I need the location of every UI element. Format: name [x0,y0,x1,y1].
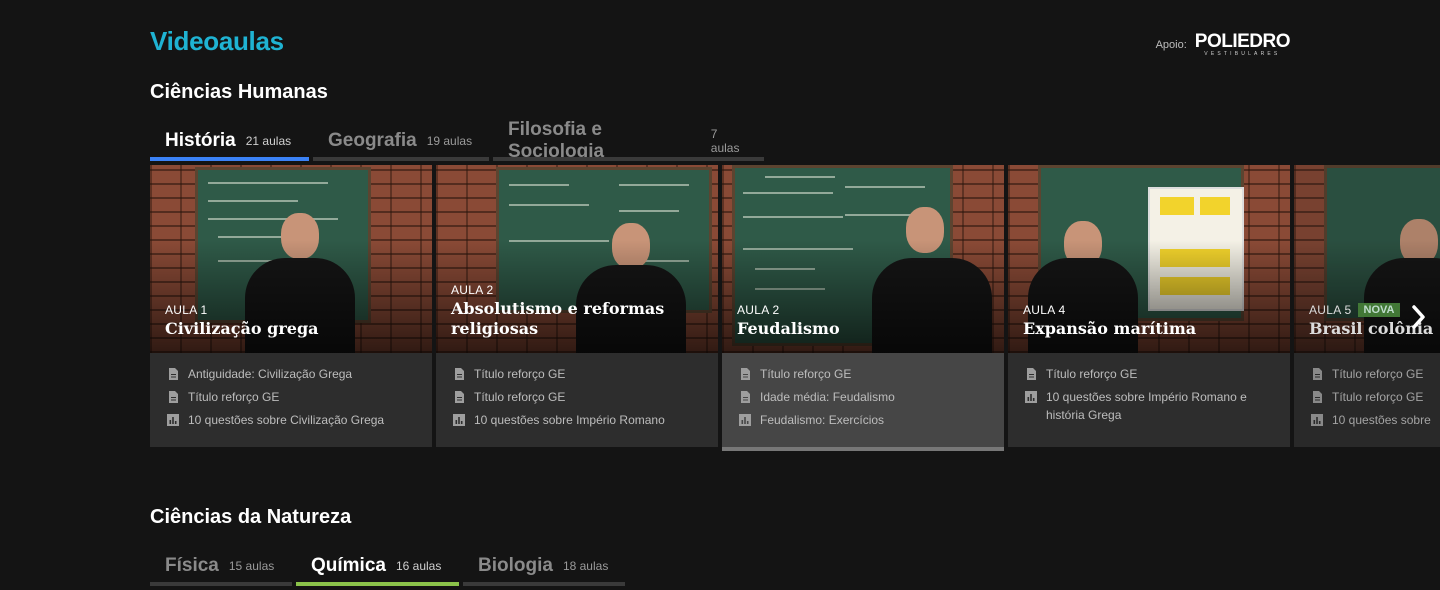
material-item[interactable]: Feudalismo: Exercícios [738,411,988,429]
section-title-natureza: Ciências da Natureza [150,506,352,528]
document-icon [1313,391,1322,403]
new-badge: NOVA [1357,303,1401,317]
page-title: Videoaulas [150,26,284,56]
document-icon [741,368,750,380]
document-icon [169,391,178,403]
tab-label: Física [165,555,219,576]
material-text: Feudalismo: Exercícios [760,413,885,427]
material-text: 10 questões sobre Império Romano [474,413,665,427]
tab-quimica[interactable]: Química 16 aulas [296,546,459,586]
material-item[interactable]: Antiguidade: Civilização Grega [166,365,416,383]
material-text: Título reforço GE [474,390,566,404]
quiz-chart-icon [1025,391,1037,403]
tab-count: 7 aulas [710,127,740,155]
document-icon [1027,368,1036,380]
tab-fisica[interactable]: Física 15 aulas [150,546,292,586]
material-text: Título reforço GE [1332,390,1424,404]
tabs-natureza: Física 15 aulas Química 16 aulas Biologi… [150,546,625,586]
material-item[interactable]: Título reforço GE [1310,365,1440,383]
tab-biologia[interactable]: Biologia 18 aulas [463,546,625,586]
logo-main-text: POLIEDRO [1194,31,1291,52]
material-item[interactable]: Título reforço GE [1310,388,1440,406]
section-title-humanas: Ciências Humanas [150,81,328,103]
material-text: 10 questões sobre [1332,413,1431,427]
tab-geografia[interactable]: Geografia 19 aulas [313,121,489,161]
material-text: Título reforço GE [188,390,280,404]
tabs-humanas: História 21 aulas Geografia 19 aulas Fil… [150,119,764,162]
logo-sub-text: VESTIBULARES [1204,51,1281,57]
document-icon [455,368,464,380]
material-item[interactable]: Título reforço GE [1024,365,1274,383]
lesson-card-2[interactable]: AULA 2 Absolutismo e reformas religiosas… [436,165,718,447]
lesson-card-1[interactable]: AULA 1 Civilização grega Antiguidade: Ci… [150,165,432,447]
material-text: 10 questões sobre Civilização Grega [188,413,385,427]
material-item[interactable]: 10 questões sobre Império Romano e histó… [1024,388,1274,424]
lesson-card-3[interactable]: AULA 2 Feudalismo Título reforço GE Idad… [722,165,1004,451]
tab-historia[interactable]: História 21 aulas [150,121,309,161]
header: Videoaulas Apoio: POLIEDRO VESTIBULARES [150,26,1291,60]
chevron-right-icon [1412,305,1425,329]
material-text: Título reforço GE [1332,367,1424,381]
lesson-thumbnail: AULA 2 Feudalismo [722,165,1004,353]
quiz-chart-icon [453,414,465,426]
lesson-title: Civilização grega [165,319,319,338]
lesson-title: Feudalismo [737,319,840,338]
carousel-next-button[interactable] [1401,297,1437,337]
material-item[interactable]: Título reforço GE [452,388,702,406]
material-text: Título reforço GE [474,367,566,381]
tab-count: 21 aulas [245,134,292,148]
material-text: Antiguidade: Civilização Grega [188,367,353,381]
tab-count: 15 aulas [228,559,275,573]
material-item[interactable]: Título reforço GE [452,365,702,383]
material-item[interactable]: 10 questões sobre Império Romano [452,411,702,429]
sponsor: Apoio: POLIEDRO VESTIBULARES [1155,31,1291,57]
lesson-number: AULA 4 [1023,303,1066,317]
tab-label: História [165,130,236,151]
quiz-chart-icon [167,414,179,426]
tab-count: 19 aulas [426,134,473,148]
lesson-number: AULA 2 [451,283,494,297]
material-text: Título reforço GE [1046,367,1138,381]
tab-label: Química [311,555,386,576]
lesson-number: AULA 1 [165,303,208,317]
material-item[interactable]: Idade média: Feudalismo [738,388,988,406]
material-item[interactable]: Título reforço GE [738,365,988,383]
document-icon [455,391,464,403]
lesson-number: AULA 2 [737,303,780,317]
tab-label: Geografia [328,130,417,151]
material-text: 10 questões sobre Império Romano e histó… [1046,390,1247,422]
lesson-number: AULA 5 [1309,303,1352,317]
material-text: Idade média: Feudalismo [760,390,895,404]
material-text: Título reforço GE [760,367,852,381]
lesson-carousel: AULA 1 Civilização grega Antiguidade: Ci… [150,165,1440,455]
tab-filosofia-sociologia[interactable]: Filosofia e Sociologia 7 aulas [493,119,764,162]
lesson-thumbnail: AULA 4 Expansão marítima [1008,165,1290,353]
document-icon [741,391,750,403]
lesson-thumbnail: AULA 1 Civilização grega [150,165,432,353]
sponsor-label: Apoio: [1155,38,1187,51]
poliedro-logo[interactable]: POLIEDRO VESTIBULARES [1194,31,1291,57]
material-item[interactable]: 10 questões sobre Civilização Grega [166,411,416,429]
tab-label: Filosofia e Sociologia [508,119,605,162]
lesson-title: Absolutismo e reformas religiosas [451,299,665,338]
tab-count: 18 aulas [562,559,609,573]
tab-label: Biologia [478,555,553,576]
tab-count: 16 aulas [395,559,442,573]
lesson-title: Expansão marítima [1023,319,1197,338]
material-item[interactable]: 10 questões sobre [1310,411,1440,429]
document-icon [1313,368,1322,380]
lesson-card-4[interactable]: AULA 4 Expansão marítima Título reforço … [1008,165,1290,447]
document-icon [169,368,178,380]
quiz-chart-icon [1311,414,1323,426]
quiz-chart-icon [739,414,751,426]
lesson-thumbnail: AULA 2 Absolutismo e reformas religiosas [436,165,718,353]
material-item[interactable]: Título reforço GE [166,388,416,406]
